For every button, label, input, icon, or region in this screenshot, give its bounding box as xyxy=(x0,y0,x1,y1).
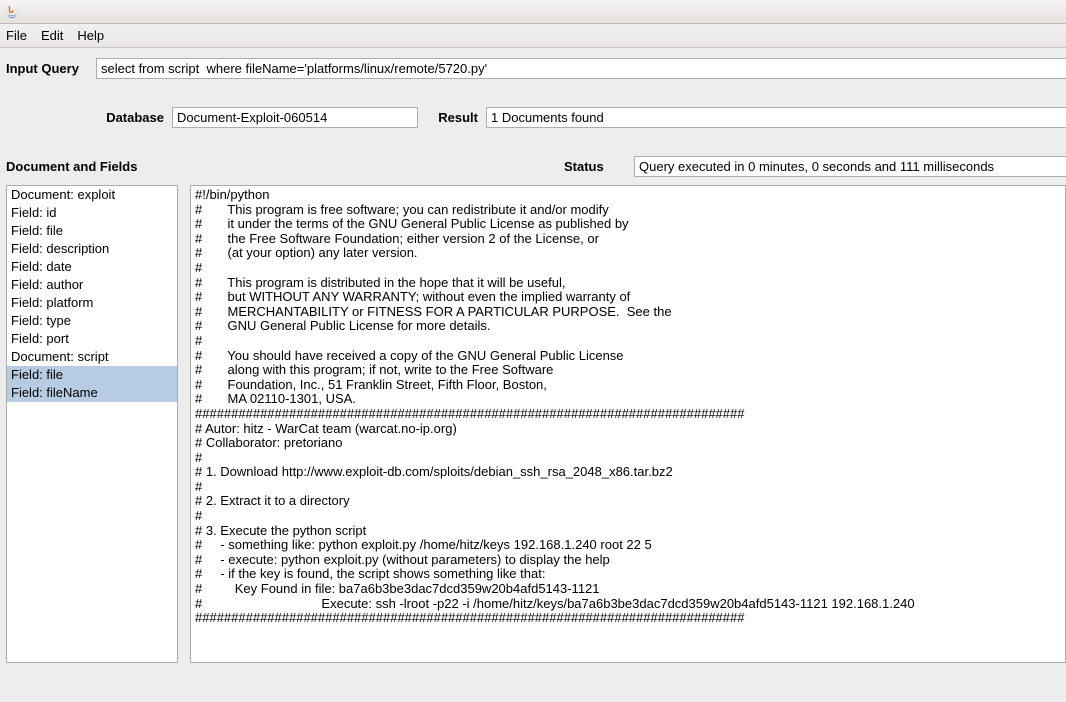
list-item[interactable]: Field: id xyxy=(7,204,177,222)
menubar: File Edit Help xyxy=(0,24,1066,48)
input-query-field[interactable] xyxy=(96,58,1066,79)
list-item[interactable]: Field: platform xyxy=(7,294,177,312)
menu-file[interactable]: File xyxy=(6,28,27,43)
list-item[interactable]: Field: date xyxy=(7,258,177,276)
java-icon xyxy=(4,4,20,20)
result-label: Result xyxy=(432,110,486,125)
list-item[interactable]: Field: fileName xyxy=(7,384,177,402)
list-item[interactable]: Field: type xyxy=(7,312,177,330)
list-item[interactable]: Document: script xyxy=(7,348,177,366)
menu-edit[interactable]: Edit xyxy=(41,28,63,43)
list-item[interactable]: Document: exploit xyxy=(7,186,177,204)
list-item[interactable]: Field: author xyxy=(7,276,177,294)
window-titlebar xyxy=(0,0,1066,24)
database-field[interactable] xyxy=(172,107,418,128)
doc-fields-label: Document and Fields xyxy=(6,159,196,174)
list-item[interactable]: Field: file xyxy=(7,366,177,384)
menu-help[interactable]: Help xyxy=(77,28,104,43)
list-item[interactable]: Field: description xyxy=(7,240,177,258)
list-item[interactable]: Field: port xyxy=(7,330,177,348)
script-textarea[interactable]: #!/bin/python # This program is free sof… xyxy=(190,185,1066,663)
status-field[interactable] xyxy=(634,156,1066,177)
database-label: Database xyxy=(6,110,172,125)
status-label: Status xyxy=(564,159,634,174)
input-query-label: Input Query xyxy=(6,61,96,76)
list-item[interactable]: Field: file xyxy=(7,222,177,240)
result-field[interactable] xyxy=(486,107,1066,128)
fields-listbox[interactable]: Document: exploitField: idField: fileFie… xyxy=(6,185,178,663)
